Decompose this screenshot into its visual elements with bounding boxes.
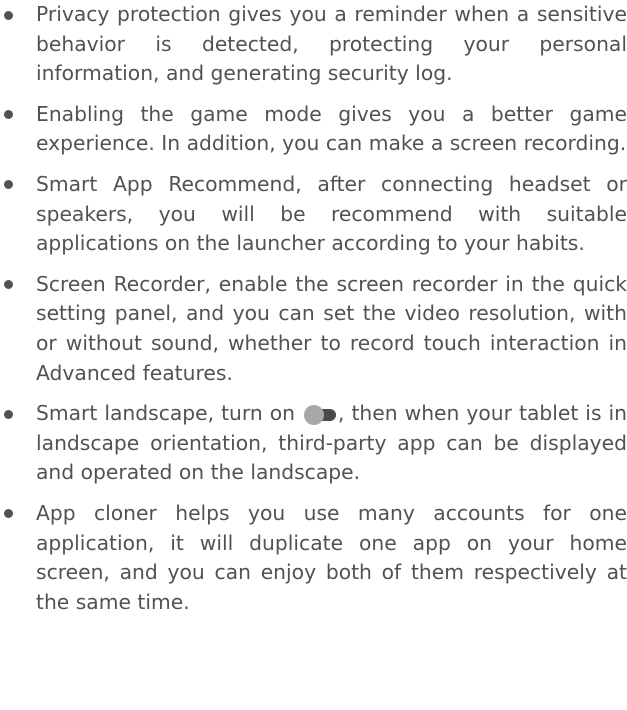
bullet-icon <box>4 409 13 419</box>
list-item-game-mode: Enabling the game mode gives you a bette… <box>0 100 627 159</box>
bullet-icon <box>4 110 13 120</box>
toggle-switch-icon <box>304 405 337 426</box>
bullet-icon <box>4 10 13 20</box>
list-item-text: Smart App Recommend, after connecting he… <box>36 171 627 256</box>
list-item-smart-app-recommend: Smart App Recommend, after connecting he… <box>0 170 627 259</box>
list-item-text: Privacy protection gives you a reminder … <box>36 2 627 86</box>
list-item-screen-recorder: Screen Recorder, enable the screen recor… <box>0 270 627 388</box>
list-item-smart-landscape: Smart landscape, turn on , then when you… <box>0 399 627 488</box>
list-item-text: App cloner helps you use many accounts f… <box>36 500 627 614</box>
document-page: Privacy protection gives you a reminder … <box>0 0 627 710</box>
bullet-icon <box>4 280 13 290</box>
list-item-app-cloner: App cloner helps you use many accounts f… <box>0 499 627 617</box>
list-item-privacy-protection: Privacy protection gives you a reminder … <box>0 0 627 89</box>
feature-list: Privacy protection gives you a reminder … <box>0 0 627 628</box>
list-item-text: Enabling the game mode gives you a bette… <box>36 101 627 156</box>
list-item-text: Screen Recorder, enable the screen recor… <box>36 271 627 385</box>
toggle-knob <box>304 405 325 426</box>
list-item-text-before: Smart landscape, turn on <box>36 401 295 426</box>
bullet-icon <box>4 180 13 190</box>
bullet-icon <box>4 509 13 519</box>
